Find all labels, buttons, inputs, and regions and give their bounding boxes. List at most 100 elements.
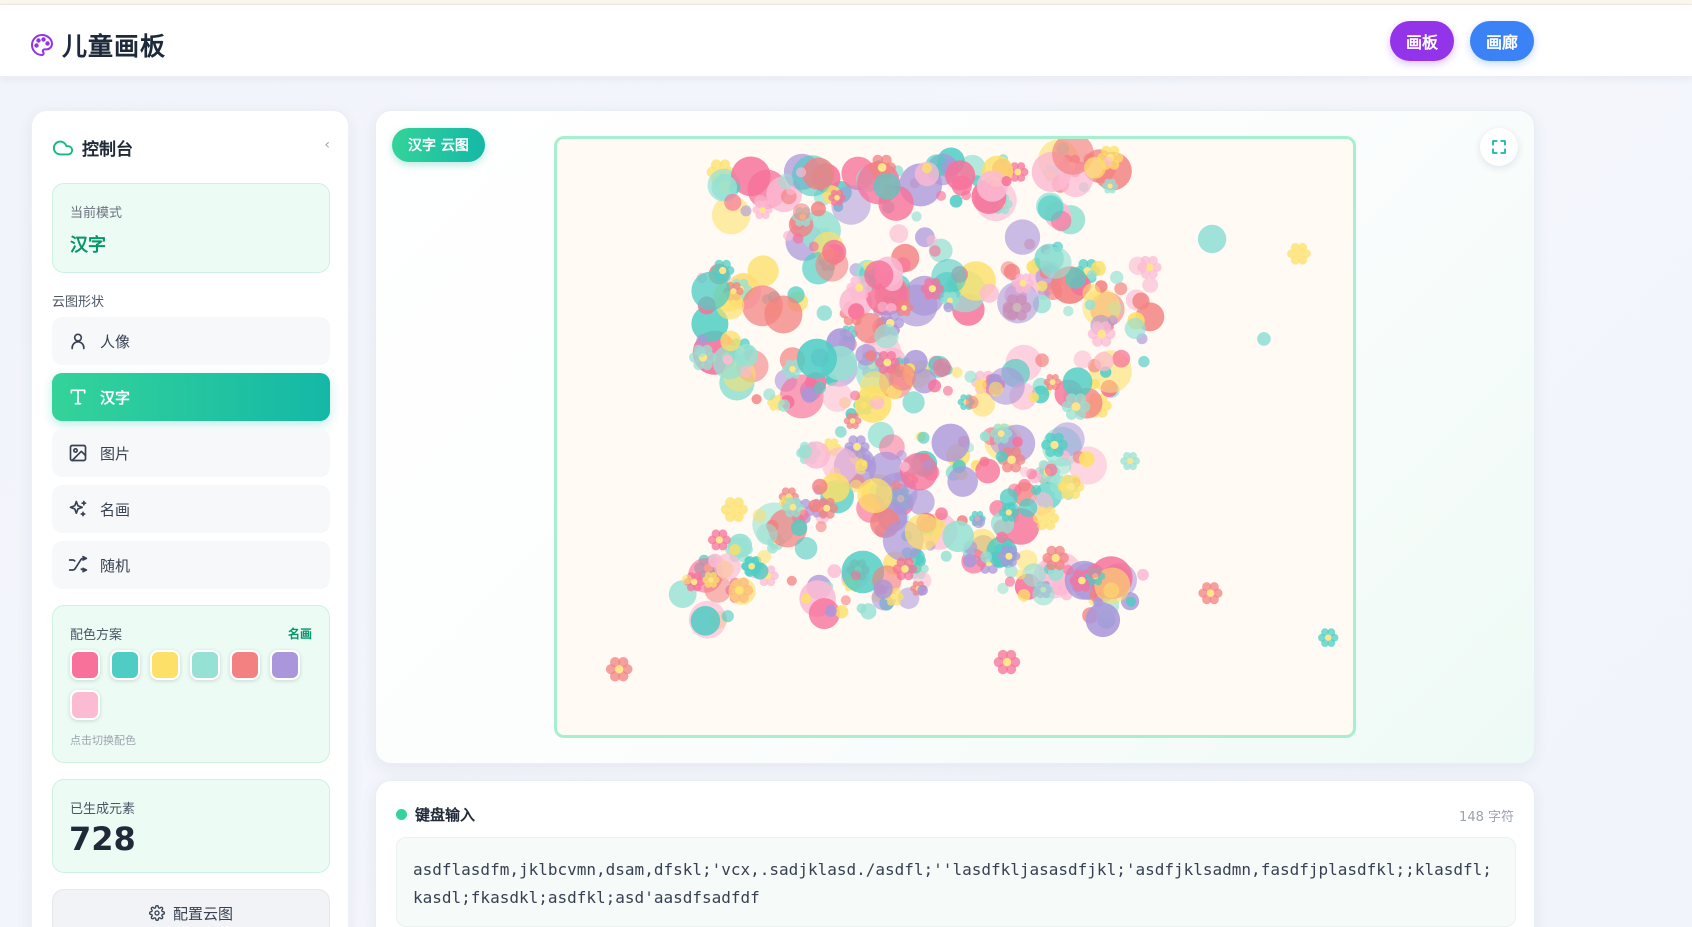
color-swatch[interactable] xyxy=(190,650,220,680)
cloud-dot xyxy=(796,167,807,178)
cloud-dot xyxy=(917,431,930,444)
cloud-dot xyxy=(873,579,893,599)
fullscreen-button[interactable] xyxy=(1480,128,1518,166)
cloud-icon xyxy=(52,140,74,155)
shape-option-hanzi[interactable]: 汉字 xyxy=(52,373,330,421)
cloud-dot xyxy=(889,363,916,391)
cloud-dot xyxy=(835,605,849,619)
nav-gallery-button[interactable]: 画廊 xyxy=(1470,21,1534,61)
cloud-dot xyxy=(849,479,863,493)
cloud-dot xyxy=(835,426,847,438)
cloud-dot xyxy=(790,519,808,536)
cloud-dot xyxy=(720,330,741,352)
keyboard-input-text[interactable]: asdflasdfm,jklbcvmn,dsam,dfskl;'vcx,.sad… xyxy=(396,837,1516,927)
cloud-dot xyxy=(1036,280,1048,292)
color-swatch[interactable] xyxy=(230,650,260,680)
sparkles-icon xyxy=(69,500,87,517)
cloud-dot xyxy=(940,550,952,562)
cloud-dot xyxy=(1138,355,1150,368)
word-cloud-canvas[interactable] xyxy=(554,136,1356,738)
cloud-dot xyxy=(798,444,813,459)
cloud-dot xyxy=(947,466,978,497)
cloud-dot xyxy=(1035,353,1049,367)
color-swatch[interactable] xyxy=(150,650,180,680)
cloud-dot xyxy=(921,163,933,174)
cloud-dot xyxy=(889,224,909,243)
current-mode-card: 当前模式 汉字 xyxy=(52,183,330,273)
color-swatch[interactable] xyxy=(110,650,140,680)
shape-option-label: 随机 xyxy=(100,556,131,575)
color-swatch[interactable] xyxy=(270,650,300,680)
cloud-dot xyxy=(964,370,977,383)
cloud-dot xyxy=(855,459,868,472)
word-cloud-art[interactable] xyxy=(557,139,1353,735)
cloud-dot xyxy=(850,570,861,581)
sidebar-header: 控制台 xyxy=(52,135,133,160)
cloud-dot xyxy=(857,478,893,514)
cloud-dot xyxy=(943,302,954,313)
cloud-dot xyxy=(1124,317,1146,340)
cloud-dot xyxy=(874,324,899,349)
cloud-dot xyxy=(739,365,753,379)
cloud-flower xyxy=(1287,242,1311,265)
cloud-dot xyxy=(812,478,828,495)
cloud-dot xyxy=(796,338,837,379)
cloud-dot xyxy=(1017,589,1031,602)
cloud-dot xyxy=(793,233,804,244)
cloud-dot xyxy=(1094,351,1114,372)
cloud-dot xyxy=(935,507,948,520)
keyboard-input-label: 键盘输入 xyxy=(415,806,476,824)
cloud-dot xyxy=(860,603,877,620)
cloud-dot xyxy=(926,235,938,246)
palette-icon xyxy=(31,34,53,56)
cloud-dot xyxy=(763,388,776,401)
cloud-dot xyxy=(729,544,741,556)
cloud-dot xyxy=(1030,484,1042,496)
cloud-dot xyxy=(891,480,902,491)
mode-badge: 汉字 云图 xyxy=(392,128,485,162)
collapse-chevron-icon[interactable]: ‹ xyxy=(324,137,330,153)
cloud-dot xyxy=(1257,332,1271,346)
nav-canvas-button[interactable]: 画板 xyxy=(1390,21,1454,61)
cloud-dot xyxy=(979,431,990,442)
shape-option-masterpiece[interactable]: 名画 xyxy=(52,485,330,533)
cloud-dot xyxy=(864,260,894,290)
shape-option-random[interactable]: 随机 xyxy=(52,541,330,589)
generated-count: 728 xyxy=(69,820,136,858)
cloud-dot xyxy=(757,549,772,564)
cloud-dot xyxy=(999,488,1018,507)
palette-card[interactable]: 配色方案 名画 点击切换配色 xyxy=(52,605,330,763)
cloud-dot xyxy=(801,593,811,604)
cloud-dot xyxy=(908,488,935,516)
cloud-dot xyxy=(865,350,877,362)
cloud-dot xyxy=(1125,596,1136,607)
shape-option-label: 汉字 xyxy=(100,388,131,407)
shape-option-label: 人像 xyxy=(100,332,131,351)
color-swatch[interactable] xyxy=(70,690,100,720)
shape-section-title: 云图形状 xyxy=(52,295,105,310)
app-title: 儿童画板 xyxy=(62,32,167,61)
cloud-dot xyxy=(721,610,734,623)
cloud-dot xyxy=(1128,256,1148,275)
cloud-dot xyxy=(1079,451,1095,467)
text-icon xyxy=(70,389,86,405)
canvas-panel: 汉字 云图 xyxy=(375,110,1535,764)
cloud-dot xyxy=(988,381,1004,397)
current-mode-label: 当前模式 xyxy=(70,206,123,221)
cloud-flower xyxy=(605,657,633,682)
cloud-dot xyxy=(917,584,928,596)
color-swatch[interactable] xyxy=(70,650,100,680)
cloud-dot xyxy=(815,248,849,282)
cloud-dot xyxy=(1086,563,1102,579)
cloud-dot xyxy=(777,399,791,412)
shape-option-portrait[interactable]: 人像 xyxy=(52,317,330,365)
shape-option-image[interactable]: 图片 xyxy=(52,429,330,477)
configure-cloud-button[interactable]: 配置云图 xyxy=(52,889,330,927)
cloud-dot xyxy=(747,255,779,287)
cloud-dot xyxy=(1039,246,1072,279)
cloud-dot xyxy=(1132,292,1150,310)
palette-label: 配色方案 xyxy=(70,628,123,643)
brand[interactable]: 儿童画板 xyxy=(30,27,166,63)
generated-label: 已生成元素 xyxy=(70,802,136,817)
cloud-dot xyxy=(1012,436,1023,448)
